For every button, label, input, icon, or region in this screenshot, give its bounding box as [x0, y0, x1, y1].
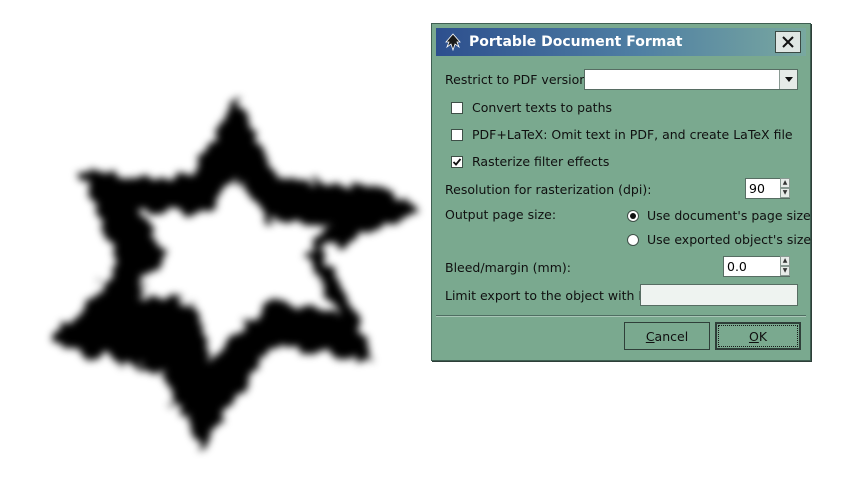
cancel-label: Cancel — [646, 329, 688, 344]
radio-selected-dot — [630, 213, 636, 219]
ok-label-rest: K — [758, 328, 768, 344]
resolution-stepper[interactable]: ▲ ▼ — [780, 178, 790, 199]
spin-down-icon[interactable]: ▼ — [780, 188, 790, 198]
ok-label: OK — [749, 329, 767, 344]
radio-exported-object-size-label: Use exported object's size — [647, 232, 812, 247]
output-page-size-label: Output page size: — [445, 207, 557, 222]
radio-exported-object-size[interactable] — [627, 234, 639, 246]
cancel-button[interactable]: Cancel — [624, 322, 710, 350]
spin-up-icon[interactable]: ▲ — [780, 256, 790, 266]
ok-button[interactable]: OK — [715, 322, 801, 350]
object-id-field[interactable] — [640, 284, 798, 306]
convert-texts-label: Convert texts to paths — [472, 100, 613, 115]
title-bar[interactable]: Portable Document Format — [436, 28, 806, 56]
bleed-input[interactable] — [727, 259, 765, 274]
cancel-mnemonic: C — [645, 328, 655, 344]
cancel-label-rest: ancel — [654, 328, 689, 344]
rasterize-label: Rasterize filter effects — [472, 154, 610, 169]
bleed-stepper[interactable]: ▲ ▼ — [780, 256, 790, 277]
dialog-title: Portable Document Format — [469, 34, 683, 50]
ok-mnemonic: O — [748, 328, 759, 344]
pdf-latex-label: PDF+LaTeX: Omit text in PDF, and create … — [472, 127, 793, 142]
resolution-label: Resolution for rasterization (dpi): — [445, 182, 652, 197]
bleed-label: Bleed/margin (mm): — [445, 260, 571, 275]
star-shape — [52, 95, 418, 452]
radio-document-page-size-label: Use document's page size — [647, 208, 811, 223]
pdf-latex-checkbox[interactable] — [451, 129, 463, 141]
button-separator — [436, 315, 806, 317]
chevron-down-icon[interactable] — [779, 70, 797, 89]
pdf-version-select[interactable] — [584, 69, 798, 90]
rasterize-checkbox[interactable] — [451, 156, 463, 168]
pdf-export-dialog: Portable Document Format Restrict to PDF… — [431, 23, 811, 361]
convert-texts-checkbox[interactable] — [451, 102, 463, 114]
limit-export-label: Limit export to the object with ID: — [445, 288, 656, 303]
spin-down-icon[interactable]: ▼ — [780, 266, 790, 276]
checkmark-icon — [452, 158, 462, 166]
bleed-spinbox[interactable]: ▲ ▼ — [723, 256, 790, 277]
close-button[interactable] — [775, 31, 801, 53]
spin-up-icon[interactable]: ▲ — [780, 178, 790, 188]
close-icon — [782, 36, 794, 48]
radio-document-page-size[interactable] — [627, 210, 639, 222]
inkscape-logo-icon — [445, 33, 461, 51]
object-id-input[interactable] — [641, 286, 797, 305]
resolution-spinbox[interactable]: ▲ ▼ — [745, 178, 790, 199]
pdf-version-label: Restrict to PDF version: — [445, 72, 592, 87]
